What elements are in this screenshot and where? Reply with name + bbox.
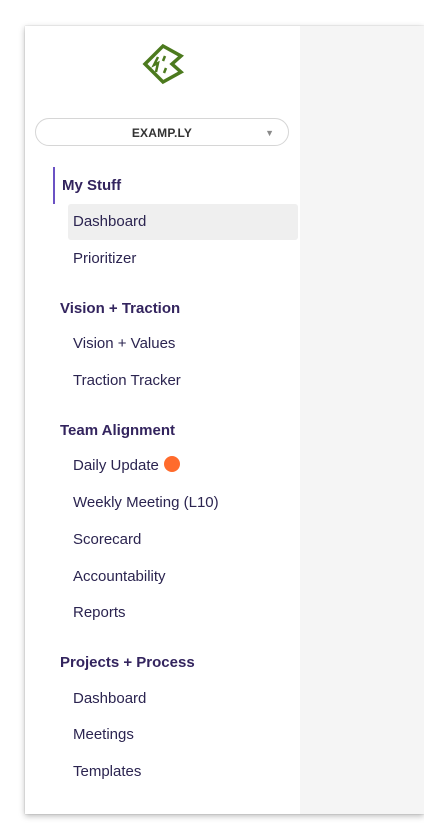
organization-select[interactable]: EXAMP.LY ▼ <box>35 118 289 146</box>
sidebar: EXAMP.LY ▼ My Stuff Dashboard Prioritize… <box>25 26 300 814</box>
nav-item-accountability[interactable]: Accountability <box>68 559 298 595</box>
caret-down-icon: ▼ <box>265 128 274 138</box>
nav-item-templates[interactable]: Templates <box>68 754 298 790</box>
organization-select-label: EXAMP.LY <box>131 126 193 140</box>
app-window: EXAMP.LY ▼ My Stuff Dashboard Prioritize… <box>25 26 424 814</box>
logo-icon[interactable] <box>139 40 187 88</box>
nav-item-my-stuff-dashboard[interactable]: Dashboard <box>68 204 298 240</box>
main-content-area <box>300 26 424 814</box>
nav-item-daily-update[interactable]: Daily Update <box>68 448 298 484</box>
notification-dot-icon <box>163 456 180 472</box>
nav-item-meetings[interactable]: Meetings <box>68 717 298 753</box>
active-section-indicator <box>53 167 55 204</box>
nav-item-vision-values[interactable]: Vision + Values <box>68 326 298 362</box>
section-header-team-alignment: Team Alignment <box>60 422 176 439</box>
nav-item-traction-tracker[interactable]: Traction Tracker <box>68 363 298 399</box>
section-header-projects-process: Projects + Process <box>60 654 195 671</box>
nav-item-daily-update-label: Daily Update <box>73 457 159 474</box>
section-header-vision-traction: Vision + Traction <box>60 300 181 317</box>
nav-item-projects-dashboard[interactable]: Dashboard <box>68 681 298 717</box>
section-header-my-stuff: My Stuff <box>62 177 122 194</box>
nav-item-prioritizer[interactable]: Prioritizer <box>68 241 298 277</box>
nav-item-scorecard[interactable]: Scorecard <box>68 522 298 558</box>
nav-item-reports[interactable]: Reports <box>68 595 298 631</box>
nav-item-weekly-meeting[interactable]: Weekly Meeting (L10) <box>68 485 298 521</box>
